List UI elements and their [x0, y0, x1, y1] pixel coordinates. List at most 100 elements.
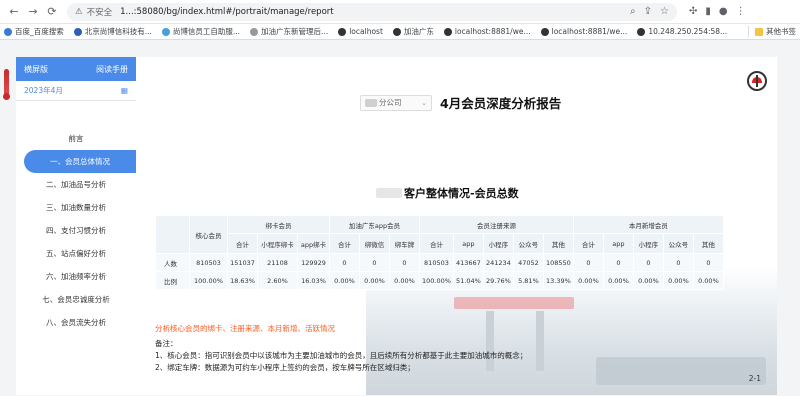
table-cell: 0.00% — [692, 271, 724, 290]
report-content: 分公司 ⌄ 4月会员深度分析报告 客户整体情况-会员总数 核心会员 绑卡会员 加… — [136, 57, 777, 395]
sidebar-item-frequency[interactable]: 六、加油频率分析 — [16, 265, 136, 288]
company-select[interactable]: 分公司 ⌄ — [360, 94, 432, 111]
bookmarks-bar: 百度_百度搜索 北京尚博信科技有... 尚博信员工自助服... 加油广东新管理后… — [0, 24, 800, 40]
subheader: 公众号 — [512, 233, 544, 254]
group-card-bound: 绑卡会员 — [227, 215, 330, 234]
sidebar-nav: 前言 一、会员总体情况 二、加油品号分析 三、加油数量分析 四、支付习惯分析 五… — [16, 101, 136, 334]
sidebar-item-oil-grade[interactable]: 二、加油品号分析 — [16, 173, 136, 196]
table-cell: 47052 — [512, 253, 544, 272]
note-line: 2、绑定车牌：数据源为可约车小程序上签约的会员，按车牌号所在区域归类； — [155, 363, 415, 372]
table-cell: 151037 — [227, 253, 258, 272]
station-canopy — [454, 297, 574, 309]
bookmark-localhost[interactable]: localhost — [338, 27, 383, 36]
share-icon[interactable]: ⇪ — [644, 6, 652, 17]
globe-icon — [540, 27, 549, 36]
redacted-text — [376, 188, 402, 198]
subheader: app — [602, 233, 634, 254]
bookmark-localhost-8881-a[interactable]: localhost:8881/we... — [443, 27, 531, 36]
globe-icon — [250, 27, 259, 36]
other-bookmarks[interactable]: 其他书签 — [748, 26, 796, 37]
globe-icon — [338, 27, 347, 36]
table-cell: 241234 — [482, 253, 514, 272]
table-cell: 0.00% — [359, 271, 390, 290]
sidebar: 横屏版 阅读手册 2023年4月 ▦ 前言 一、会员总体情况 二、加油品号分析 … — [16, 57, 136, 395]
table-cell: 5.81% — [512, 271, 544, 290]
sidebar-item-station[interactable]: 五、站点偏好分析 — [16, 242, 136, 265]
calendar-icon[interactable]: ▦ — [121, 86, 128, 95]
table-cell: 0 — [632, 253, 664, 272]
subheader: 绑车牌 — [389, 233, 420, 254]
table-cell: 108550 — [542, 253, 574, 272]
profile-icon[interactable]: ● — [719, 6, 728, 17]
manual-link[interactable]: 阅读手册 — [96, 64, 128, 75]
sidebar-item-overview[interactable]: 一、会员总体情况 — [24, 150, 136, 173]
bookmark-star-icon[interactable]: ☆ — [660, 6, 669, 17]
menu-icon[interactable]: ⋮ — [736, 6, 746, 17]
sidebar-item-payment[interactable]: 四、支付习惯分析 — [16, 219, 136, 242]
extensions-icon[interactable]: ✣ — [689, 6, 697, 17]
subheader: 小程序 — [632, 233, 664, 254]
page-number: 2-1 — [748, 374, 761, 383]
note-line: 1、核心会员：指可识别会员中以该城市为主要加油城市的会员，且后续所有分析都基于此… — [155, 351, 528, 360]
table-cell: 0 — [329, 253, 360, 272]
col-core-member: 核心会员 — [189, 215, 228, 254]
bookmark-localhost-8881-b[interactable]: localhost:8881/we... — [540, 27, 627, 36]
forward-icon[interactable]: → — [25, 4, 41, 20]
canopy-pillar — [536, 311, 544, 371]
subheader: 合计 — [572, 233, 604, 254]
bookmark-baidu[interactable]: 百度_百度搜索 — [4, 26, 64, 37]
sidebar-item-preface[interactable]: 前言 — [16, 127, 136, 150]
back-icon[interactable]: ← — [6, 4, 22, 20]
table-cell: 100.00% — [419, 271, 454, 290]
report-header: 分公司 ⌄ 4月会员深度分析报告 — [360, 93, 561, 112]
group-app-member: 加油广东app会员 — [329, 215, 420, 234]
app-area: 横屏版 阅读手册 2023年4月 ▦ 前言 一、会员总体情况 二、加油品号分析 … — [0, 41, 800, 396]
left-strip — [0, 41, 15, 396]
globe-icon — [161, 27, 170, 36]
globe-icon — [73, 27, 82, 36]
bookmark-ip[interactable]: 10.248.250.254:58... — [637, 27, 727, 36]
url-text[interactable]: 1...:58080/bg/index.html#/portrait/manag… — [120, 7, 333, 17]
group-new-members: 本月新增会员 — [572, 215, 724, 234]
reload-icon[interactable]: ⟳ — [44, 4, 60, 20]
table-cell: 0.00% — [632, 271, 664, 290]
globe-icon — [392, 27, 401, 36]
row-label: 比例 — [155, 271, 190, 290]
table-cell: 29.76% — [482, 271, 514, 290]
bookmark-selfservice[interactable]: 尚博信员工自助服... — [161, 26, 240, 37]
redacted-text — [365, 98, 377, 107]
sidebar-title: 横屏版 — [24, 64, 48, 74]
chevron-down-icon: ⌄ — [421, 98, 427, 107]
bookmark-jiayou[interactable]: 加油广东 — [392, 26, 434, 37]
subheader: 其他 — [542, 233, 574, 254]
section-title: 客户整体情况-会员总数 — [376, 185, 519, 201]
table-cell: 0 — [359, 253, 390, 272]
table-cell: 0.00% — [602, 271, 634, 290]
subheader: 小程序 — [482, 233, 514, 254]
notes-title: 备注： — [155, 339, 178, 348]
zoom-icon[interactable]: ⌕ — [630, 6, 636, 17]
table-cell: 100.00% — [189, 271, 228, 290]
warning-icon[interactable]: ⚠ — [75, 7, 83, 17]
right-strip — [777, 57, 800, 395]
address-bar[interactable]: ⚠ 不安全 1...:58080/bg/index.html#/portrait… — [67, 2, 677, 21]
globe-icon — [443, 27, 452, 36]
subheader: 小程序绑卡 — [257, 233, 298, 254]
sidepanel-icon[interactable]: ▮ — [705, 6, 711, 17]
table-cell: 810503 — [189, 253, 228, 272]
baidu-icon — [4, 27, 12, 36]
sidebar-item-quantity[interactable]: 三、加油数量分析 — [16, 196, 136, 219]
table-cell: 0 — [662, 253, 694, 272]
subheader: 公众号 — [662, 233, 694, 254]
sidebar-header: 横屏版 阅读手册 — [16, 57, 136, 81]
member-table: 核心会员 绑卡会员 加油广东app会员 会员注册来源 本月新增会员 合计 小程序… — [155, 215, 724, 290]
month-picker[interactable]: 2023年4月 ▦ — [16, 81, 136, 101]
sidebar-item-churn[interactable]: 八、会员流失分析 — [16, 311, 136, 334]
table-row: 人数 810503 151037 21108 129929 0 0 0 8105… — [155, 253, 724, 272]
bookmark-beijing[interactable]: 北京尚博信科技有... — [73, 26, 152, 37]
table-cell: 18.63% — [227, 271, 258, 290]
thermometer-icon — [3, 69, 10, 100]
subheader: app绑卡 — [297, 233, 330, 254]
sidebar-item-loyalty[interactable]: 七、会员忠诚度分析 — [16, 288, 136, 311]
bookmark-jiayou-admin[interactable]: 加油广东新管理后... — [250, 26, 328, 37]
